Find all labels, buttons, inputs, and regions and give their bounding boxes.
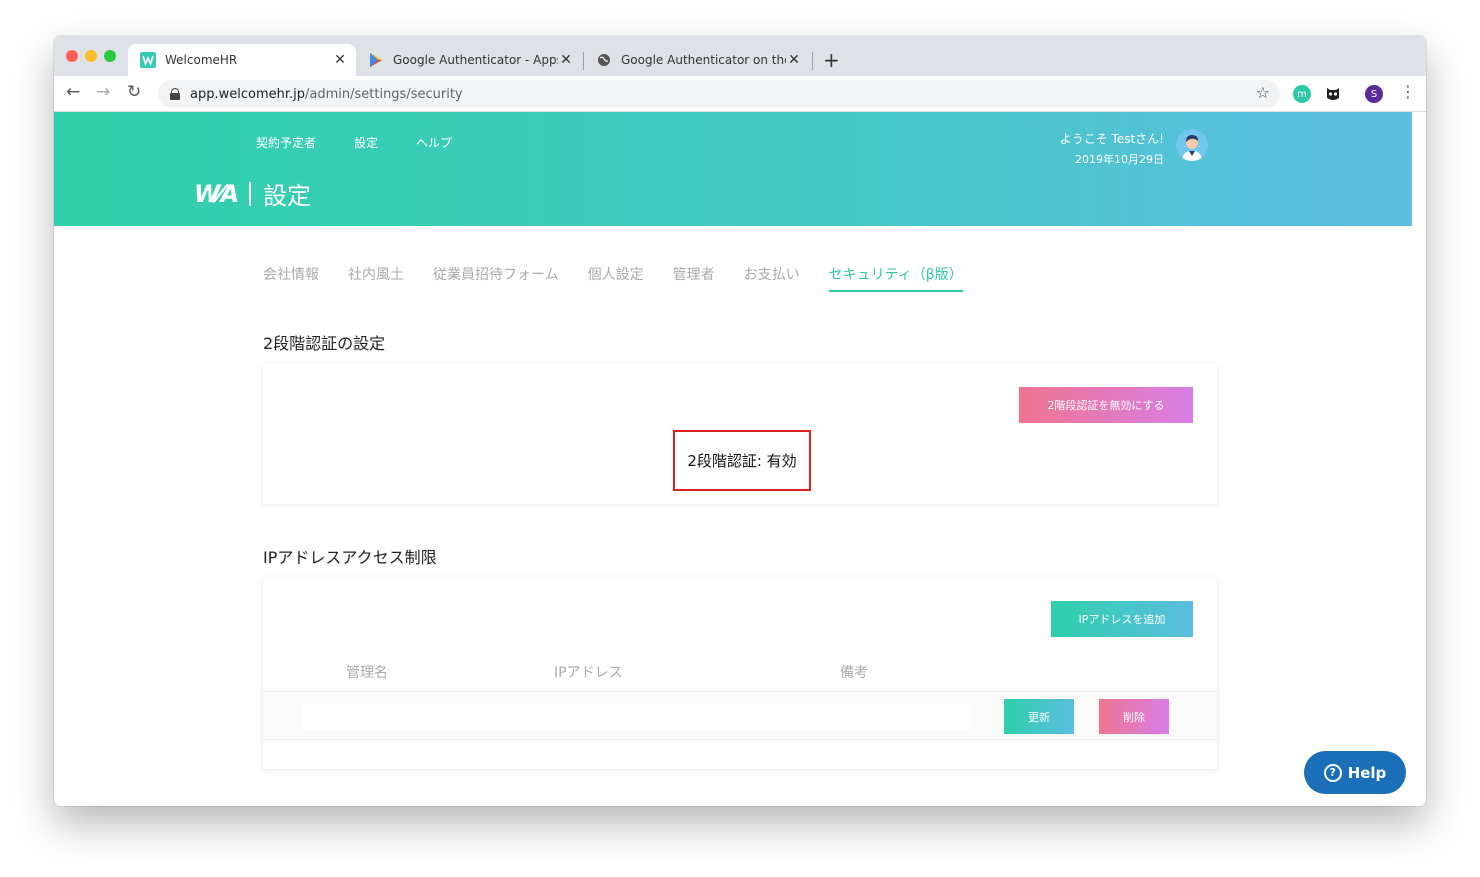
- current-date: 2019年10月29日: [1075, 153, 1164, 166]
- close-window-button[interactable]: [66, 50, 78, 62]
- logo-divider: [249, 181, 252, 206]
- url-text: app.welcomehr.jp/admin/settings/security: [190, 86, 463, 102]
- close-tab-icon[interactable]: ✕: [332, 52, 348, 68]
- ip-row-input[interactable]: [303, 704, 971, 730]
- tab-personal-settings[interactable]: 個人設定: [588, 264, 644, 292]
- user-avatar[interactable]: [1176, 129, 1208, 161]
- lock-icon: [170, 88, 180, 100]
- tab-security[interactable]: セキュリティ（β版）: [828, 264, 963, 292]
- welcomehr-icon: [140, 52, 156, 68]
- new-tab-button[interactable]: +: [823, 48, 840, 72]
- two-factor-status: 2段階認証: 有効: [673, 430, 811, 491]
- settings-tabs: 会社情報 社内風土 従業員招待フォーム 個人設定 管理者 お支払い セキュリティ…: [263, 264, 992, 292]
- two-factor-section-title: 2段階認証の設定: [263, 334, 386, 353]
- delete-button[interactable]: 削除: [1099, 699, 1169, 734]
- reload-icon[interactable]: ↻: [127, 82, 141, 102]
- nav-settings[interactable]: 設定: [354, 134, 378, 151]
- user-greeting: ようこそ Testさん! 2019年10月29日: [1060, 130, 1164, 167]
- tab-administrators[interactable]: 管理者: [673, 264, 715, 292]
- back-arrow-icon[interactable]: ←: [66, 82, 80, 102]
- browser-tab-app-store[interactable]: Google Authenticator on the App ✕: [584, 44, 810, 76]
- close-tab-icon[interactable]: ✕: [558, 52, 574, 68]
- globe-icon: [596, 52, 612, 68]
- browser-toolbar: ← → ↻ app.welcomehr.jp/admin/settings/se…: [54, 76, 1426, 112]
- page-title: 設定: [263, 182, 312, 210]
- update-button[interactable]: 更新: [1004, 699, 1074, 734]
- ip-restriction-card: IPアドレスを追加 管理名 IPアドレス 備考 更新 削除: [263, 578, 1217, 769]
- disable-two-factor-button[interactable]: 2階段認証を無効にする: [1019, 387, 1193, 423]
- nav-help[interactable]: ヘルプ: [416, 134, 452, 151]
- table-row: 更新 削除: [263, 691, 1217, 740]
- logo-mark: W⁄A: [194, 179, 239, 208]
- minimize-window-button[interactable]: [85, 50, 97, 62]
- column-header-notes: 備考: [840, 665, 868, 681]
- help-label: Help: [1347, 763, 1387, 782]
- tab-company-culture[interactable]: 社内風土: [348, 264, 404, 292]
- tab-company-info[interactable]: 会社情報: [263, 264, 319, 292]
- help-button[interactable]: ? Help: [1304, 751, 1406, 794]
- browser-tab-google-play[interactable]: Google Authenticator - Apps on ✕: [356, 44, 582, 76]
- maximize-window-button[interactable]: [104, 50, 116, 62]
- tab-separator: [812, 52, 813, 70]
- browser-tab-welcomehr[interactable]: WelcomeHR ✕: [128, 44, 356, 76]
- tab-payments[interactable]: お支払い: [744, 264, 800, 292]
- welcome-text: ようこそ Testさん!: [1059, 132, 1164, 146]
- top-navigation: 契約予定者 設定 ヘルプ: [256, 134, 490, 151]
- app-logo[interactable]: W⁄A 設定: [194, 176, 311, 211]
- two-factor-card: 2階段認証を無効にする 2段階認証: 有効: [263, 363, 1217, 504]
- column-header-name: 管理名: [346, 665, 388, 681]
- nav-contract-prospects[interactable]: 契約予定者: [256, 134, 316, 151]
- address-bar[interactable]: app.welcomehr.jp/admin/settings/security…: [158, 80, 1280, 108]
- extension-icon[interactable]: m: [1293, 85, 1311, 103]
- profile-avatar[interactable]: S: [1365, 85, 1383, 103]
- bookmark-star-icon[interactable]: ☆: [1256, 83, 1270, 102]
- ip-section-title: IPアドレスアクセス制限: [263, 548, 437, 567]
- browser-menu-icon[interactable]: ⋮: [1400, 82, 1416, 101]
- tab-strip: WelcomeHR ✕ Google Authenticator - Apps …: [54, 36, 1426, 76]
- tab-employee-invite-form[interactable]: 従業員招待フォーム: [433, 264, 559, 292]
- forward-arrow-icon[interactable]: →: [96, 82, 110, 102]
- app-header: 契約予定者 設定 ヘルプ W⁄A 設定 ようこそ Testさん! 2019年10…: [54, 112, 1412, 226]
- add-ip-address-button[interactable]: IPアドレスを追加: [1051, 601, 1193, 637]
- close-tab-icon[interactable]: ✕: [786, 52, 802, 68]
- browser-window: WelcomeHR ✕ Google Authenticator - Apps …: [54, 36, 1426, 806]
- tab-title: Google Authenticator on the App: [621, 53, 786, 67]
- tab-title: WelcomeHR: [165, 53, 238, 67]
- column-header-ip: IPアドレス: [554, 665, 623, 681]
- google-play-icon: [368, 52, 384, 68]
- question-icon: ?: [1323, 763, 1342, 782]
- owl-extension-icon[interactable]: [1324, 85, 1342, 103]
- tab-title: Google Authenticator - Apps on: [393, 53, 558, 67]
